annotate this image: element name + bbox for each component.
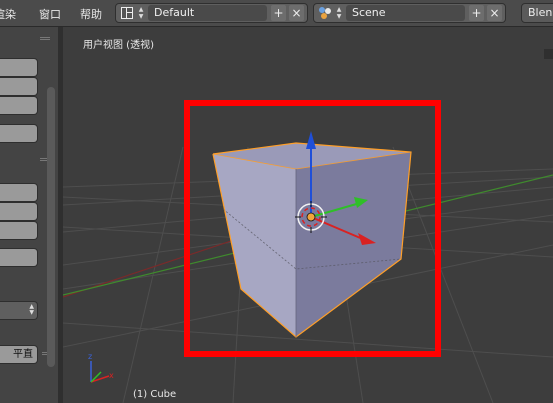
cube-right-face xyxy=(296,152,411,337)
scene-icon xyxy=(319,7,331,19)
svg-text:z: z xyxy=(88,352,92,361)
info-header: 渲染 窗口 帮助 ▲▼ Default + × ▲▼ Scene + × Ble… xyxy=(0,0,553,27)
screen-layout-selector[interactable]: ▲ ▼ Default + × xyxy=(115,3,308,23)
tool-shelf-button[interactable] xyxy=(0,58,38,77)
tool-shelf-button[interactable] xyxy=(0,124,38,143)
cube-left-face xyxy=(213,154,296,337)
scene-name[interactable]: Scene xyxy=(346,5,465,21)
tool-shelf-button[interactable] xyxy=(0,202,38,221)
delete-screen-button[interactable]: × xyxy=(289,5,304,21)
selector-arrows-icon: ▲ ▼ xyxy=(336,6,342,20)
tool-shelf-button[interactable] xyxy=(0,183,38,202)
tool-shelf-scrollbar[interactable] xyxy=(47,87,55,367)
screen-layout-icon xyxy=(121,7,133,19)
tool-shelf-dropdown[interactable]: ▲ ▼ xyxy=(0,301,38,320)
view-perspective-label: 用户视图 (透视) xyxy=(83,40,154,51)
tool-shelf-button[interactable] xyxy=(0,221,38,240)
viewport-scene: z x xyxy=(63,100,553,403)
dropdown-arrows-icon: ▲ ▼ xyxy=(29,303,34,316)
tool-shelf-button[interactable] xyxy=(0,77,38,96)
view-axis-gizmo: z x xyxy=(88,352,114,383)
menu-help[interactable]: 帮助 xyxy=(80,6,102,22)
menu-window[interactable]: 窗口 xyxy=(39,6,61,22)
delete-scene-button[interactable]: × xyxy=(487,5,502,21)
tool-shelf-button[interactable] xyxy=(0,96,38,115)
flat-shading-button[interactable]: 平直 xyxy=(0,345,38,364)
menu-render[interactable]: 渲染 xyxy=(0,6,16,22)
screen-layout-name[interactable]: Default xyxy=(148,5,267,21)
render-engine-selector[interactable]: Blender xyxy=(521,3,553,23)
selector-arrows-icon: ▲ ▼ xyxy=(138,6,144,20)
object-origin-icon xyxy=(306,212,316,222)
3d-viewport[interactable]: z x 用户视图 (透视) (1) Cube xyxy=(63,27,553,403)
viewport-region-toggle[interactable] xyxy=(544,49,553,59)
tool-shelf: ▲ ▼ 平直 xyxy=(0,27,59,403)
add-screen-button[interactable]: + xyxy=(271,5,286,21)
scene-selector[interactable]: ▲ ▼ Scene + × xyxy=(313,3,506,23)
panel-grip-icon[interactable] xyxy=(40,37,50,42)
z-arrow-icon xyxy=(306,131,316,149)
svg-text:x: x xyxy=(109,371,114,380)
active-object-label: (1) Cube xyxy=(133,389,177,400)
add-scene-button[interactable]: + xyxy=(469,5,484,21)
tool-shelf-button[interactable] xyxy=(0,248,38,267)
